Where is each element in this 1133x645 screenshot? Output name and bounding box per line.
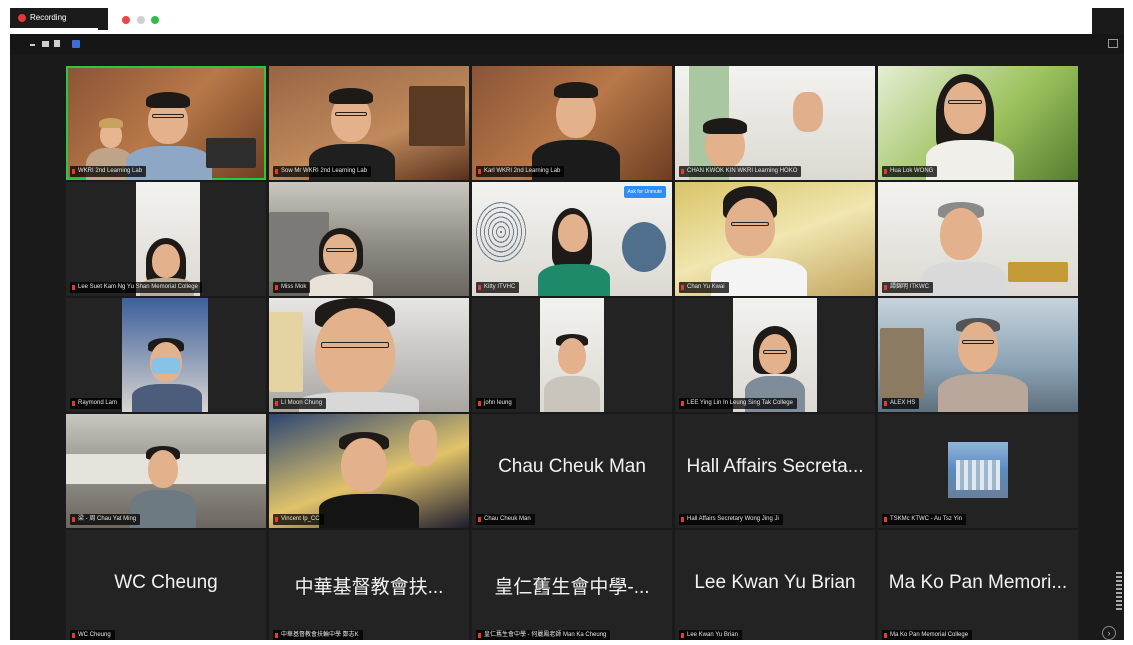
participant-name: Chau Cheuk Man [476,514,535,525]
participant-name: LEE Ying Lin In Leung Sing Tak College [679,398,797,409]
participant-display-name: WC Cheung [114,572,218,593]
participant-name: Miss Mok [273,282,311,293]
participant-name: Ma Ko Pan Memorial College [882,630,973,640]
participant-display-name: 皇仁舊生會中學-... [494,577,650,598]
participant-tile[interactable]: Miss Mok [269,182,469,296]
participant-tile[interactable]: ALEX HS [878,298,1078,412]
title-bar: Recording [10,8,1124,34]
participant-tile[interactable]: Karl WKRI 2nd Learning Lab [472,66,672,180]
participant-name: 中華基督教會扶輪中學 鄭志K [273,630,363,640]
minimize-bar-icon[interactable] [42,41,49,47]
participant-tile[interactable]: Vincent Ip_CC [269,414,469,528]
participant-name: WC Cheung [70,630,115,640]
profile-picture [948,442,1008,498]
record-dot-icon [18,14,26,22]
participant-display-name: Lee Kwan Yu Brian [694,572,856,593]
participant-tile[interactable]: 皇仁舊生會中學-... 皇仁舊生會中學 - 何麗鳳老師 Man Ka Cheun… [472,530,672,640]
participant-name: Karl WKRI 2nd Learning Lab [476,166,565,177]
participant-tile[interactable]: LEE Ying Lin In Leung Sing Tak College [675,298,875,412]
participant-name: CHAN KWOK KIN WKRI Learning HOKO [679,166,802,177]
participant-name: 梁 - 周 Chau Yat Ming [70,514,141,525]
participant-name: Hall Affairs Secretary Wong Jing Ji [679,514,783,525]
participant-tile[interactable]: 譚錦明 ITKWC [878,182,1078,296]
participant-name: 譚錦明 ITKWC [882,282,933,293]
participant-tile[interactable]: Chau Cheuk Man Chau Cheuk Man [472,414,672,528]
participant-name: 皇仁舊生會中學 - 何麗鳳老師 Man Ka Cheung [476,630,611,640]
participant-name: Lee Suet Kam Ng Yu Shan Memorial College [70,282,202,293]
participant-tile[interactable]: WC Cheung WC Cheung [66,530,266,640]
participant-tile[interactable]: john leung [472,298,672,412]
next-page-button[interactable]: › [1102,626,1116,640]
participant-tile[interactable]: Lee Kwan Yu Brian Lee Kwan Yu Brian [675,530,875,640]
participant-tile[interactable]: Hall Affairs Secreta... Hall Affairs Sec… [675,414,875,528]
participant-tile[interactable]: Ma Ko Pan Memori... Ma Ko Pan Memorial C… [878,530,1078,640]
participant-name: Chan Yu Kwai [679,282,729,293]
participant-tile[interactable]: WKRI 2nd Learning Lab [66,66,266,180]
participant-tile[interactable]: TSKMc KTWC - Au Tsz Yin [878,414,1078,528]
participant-name: WKRI 2nd Learning Lab [70,166,147,177]
minimize-window-button[interactable] [137,16,145,24]
participant-name: Kitty ITVHC [476,282,520,293]
participant-tile[interactable]: LI Moon Chung [269,298,469,412]
participant-tile[interactable]: 中華基督教會扶... 中華基督教會扶輪中學 鄭志K [269,530,469,640]
recording-indicator[interactable]: Recording [10,8,98,28]
side-panel-grip[interactable] [1116,572,1122,612]
participant-tile[interactable]: Sow Mr WKRI 2nd Learning Lab [269,66,469,180]
participant-name: Lee Kwan Yu Brian [679,630,742,640]
participant-name: TSKMc KTWC - Au Tsz Yin [882,514,966,525]
participant-tile[interactable]: Raymond Lam [66,298,266,412]
participant-tile[interactable]: Hua Lok WONG [878,66,1078,180]
participant-tile[interactable]: Ask for Unmute Kitty ITVHC [472,182,672,296]
participant-name: Vincent Ip_CC [273,514,324,525]
gallery-view-icon[interactable] [72,40,80,48]
participant-name: ALEX HS [882,398,920,409]
zoom-meeting-window: Recording WKRI 2nd Learning Lab Sow Mr W… [10,8,1124,640]
layout-icon[interactable] [54,40,60,47]
participant-name: Hua Lok WONG [882,166,938,177]
participant-name: john leung [476,398,516,409]
participant-tile[interactable]: Lee Suet Kam Ng Yu Shan Memorial College [66,182,266,296]
participant-name: Sow Mr WKRI 2nd Learning Lab [273,166,372,177]
participant-display-name: Ma Ko Pan Memori... [888,572,1068,593]
fullscreen-icon[interactable] [1108,39,1118,48]
participant-name: LI Moon Chung [273,398,327,409]
participant-tile[interactable]: CHAN KWOK KIN WKRI Learning HOKO [675,66,875,180]
participant-name: Raymond Lam [70,398,122,409]
participant-display-name: Hall Affairs Secreta... [686,456,864,477]
close-window-button[interactable] [122,16,130,24]
recording-label: Recording [30,13,67,22]
ask-to-unmute-button[interactable]: Ask for Unmute [623,186,666,198]
participant-tile[interactable]: 梁 - 周 Chau Yat Ming [66,414,266,528]
participant-display-name: Chau Cheuk Man [498,456,646,477]
participant-tile[interactable]: Chan Yu Kwai [675,182,875,296]
maximize-window-button[interactable] [151,16,159,24]
dash-icon[interactable] [30,44,35,46]
participant-display-name: 中華基督教會扶... [294,577,444,598]
meeting-top-toolbar [10,34,1124,54]
